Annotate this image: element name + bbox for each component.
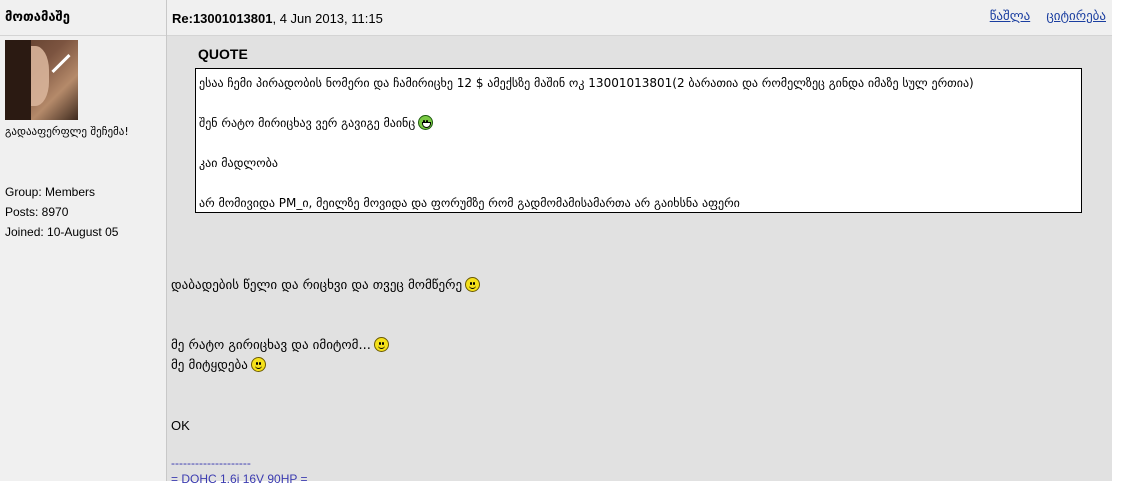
member-joined: Joined: 10-August 05 (5, 225, 119, 239)
post-line: მე მიტყდება (171, 356, 266, 376)
smile-smiley-icon (373, 337, 389, 352)
post-title-subject: Re:13001013801 (172, 11, 273, 26)
member-title: გადააფერფლე შეჩემა! (5, 125, 129, 138)
quote-box: ესაა ჩემი პირადობის ნომერი და ჩამირიცხე … (195, 68, 1082, 213)
avatar-hair-shape (5, 40, 31, 120)
avatar-cigarette-shape (51, 53, 71, 74)
post-line: OK (171, 418, 190, 433)
post-line-text: მე რატო გირიცხავ და იმიტომ... (171, 338, 371, 353)
author-name[interactable]: მოთამაშე (5, 10, 70, 25)
signature-rule: -------------------- (171, 456, 251, 470)
avatar[interactable] (5, 40, 78, 120)
delete-link[interactable]: წაშლა (990, 9, 1031, 24)
quote-line: არ მომივიდა PM_ი, მეილზე მოვიდა და ფორუმ… (199, 196, 740, 210)
smile-smiley-icon (250, 357, 266, 372)
quote-label: QUOTE (198, 46, 248, 62)
member-posts: Posts: 8970 (5, 205, 69, 219)
member-group: Group: Members (5, 185, 96, 199)
grin-smiley-icon (418, 115, 434, 130)
author-panel: გადააფერფლე შეჩემა! Group: Members Posts… (0, 36, 166, 481)
post-line-text: მე მიტყდება (171, 358, 248, 373)
post-actions: წაშლა ციტირება (978, 9, 1106, 24)
quote-line: ესაა ჩემი პირადობის ნომერი და ჩამირიცხე … (199, 76, 974, 90)
post-date: , 4 Jun 2013, 11:15 (272, 11, 383, 26)
quote-link[interactable]: ციტირება (1046, 9, 1106, 24)
post-line: მე რატო გირიცხავ და იმიტომ... (171, 336, 389, 356)
signature-line: = DOHC 1.6i 16V 90HP = (171, 472, 308, 486)
post-line-text: დაბადების წელი და რიცხვი და თვეც მომწერე (171, 278, 463, 293)
column-divider (166, 0, 167, 481)
smile-smiley-icon (465, 277, 481, 292)
post-title: Re:13001013801, 4 Jun 2013, 11:15 (172, 11, 383, 26)
quote-line: შენ რატო მირიცხავ ვერ გავიგე მაინც (199, 113, 1078, 133)
post-line: დაბადების წელი და რიცხვი და თვეც მომწერე (171, 276, 481, 296)
quote-line: კაი მადლობა (199, 156, 278, 170)
member-info: Group: Members Posts: 8970 Joined: 10-Au… (5, 182, 118, 242)
quote-line-text: შენ რატო მირიცხავ ვერ გავიგე მაინც (199, 116, 416, 130)
